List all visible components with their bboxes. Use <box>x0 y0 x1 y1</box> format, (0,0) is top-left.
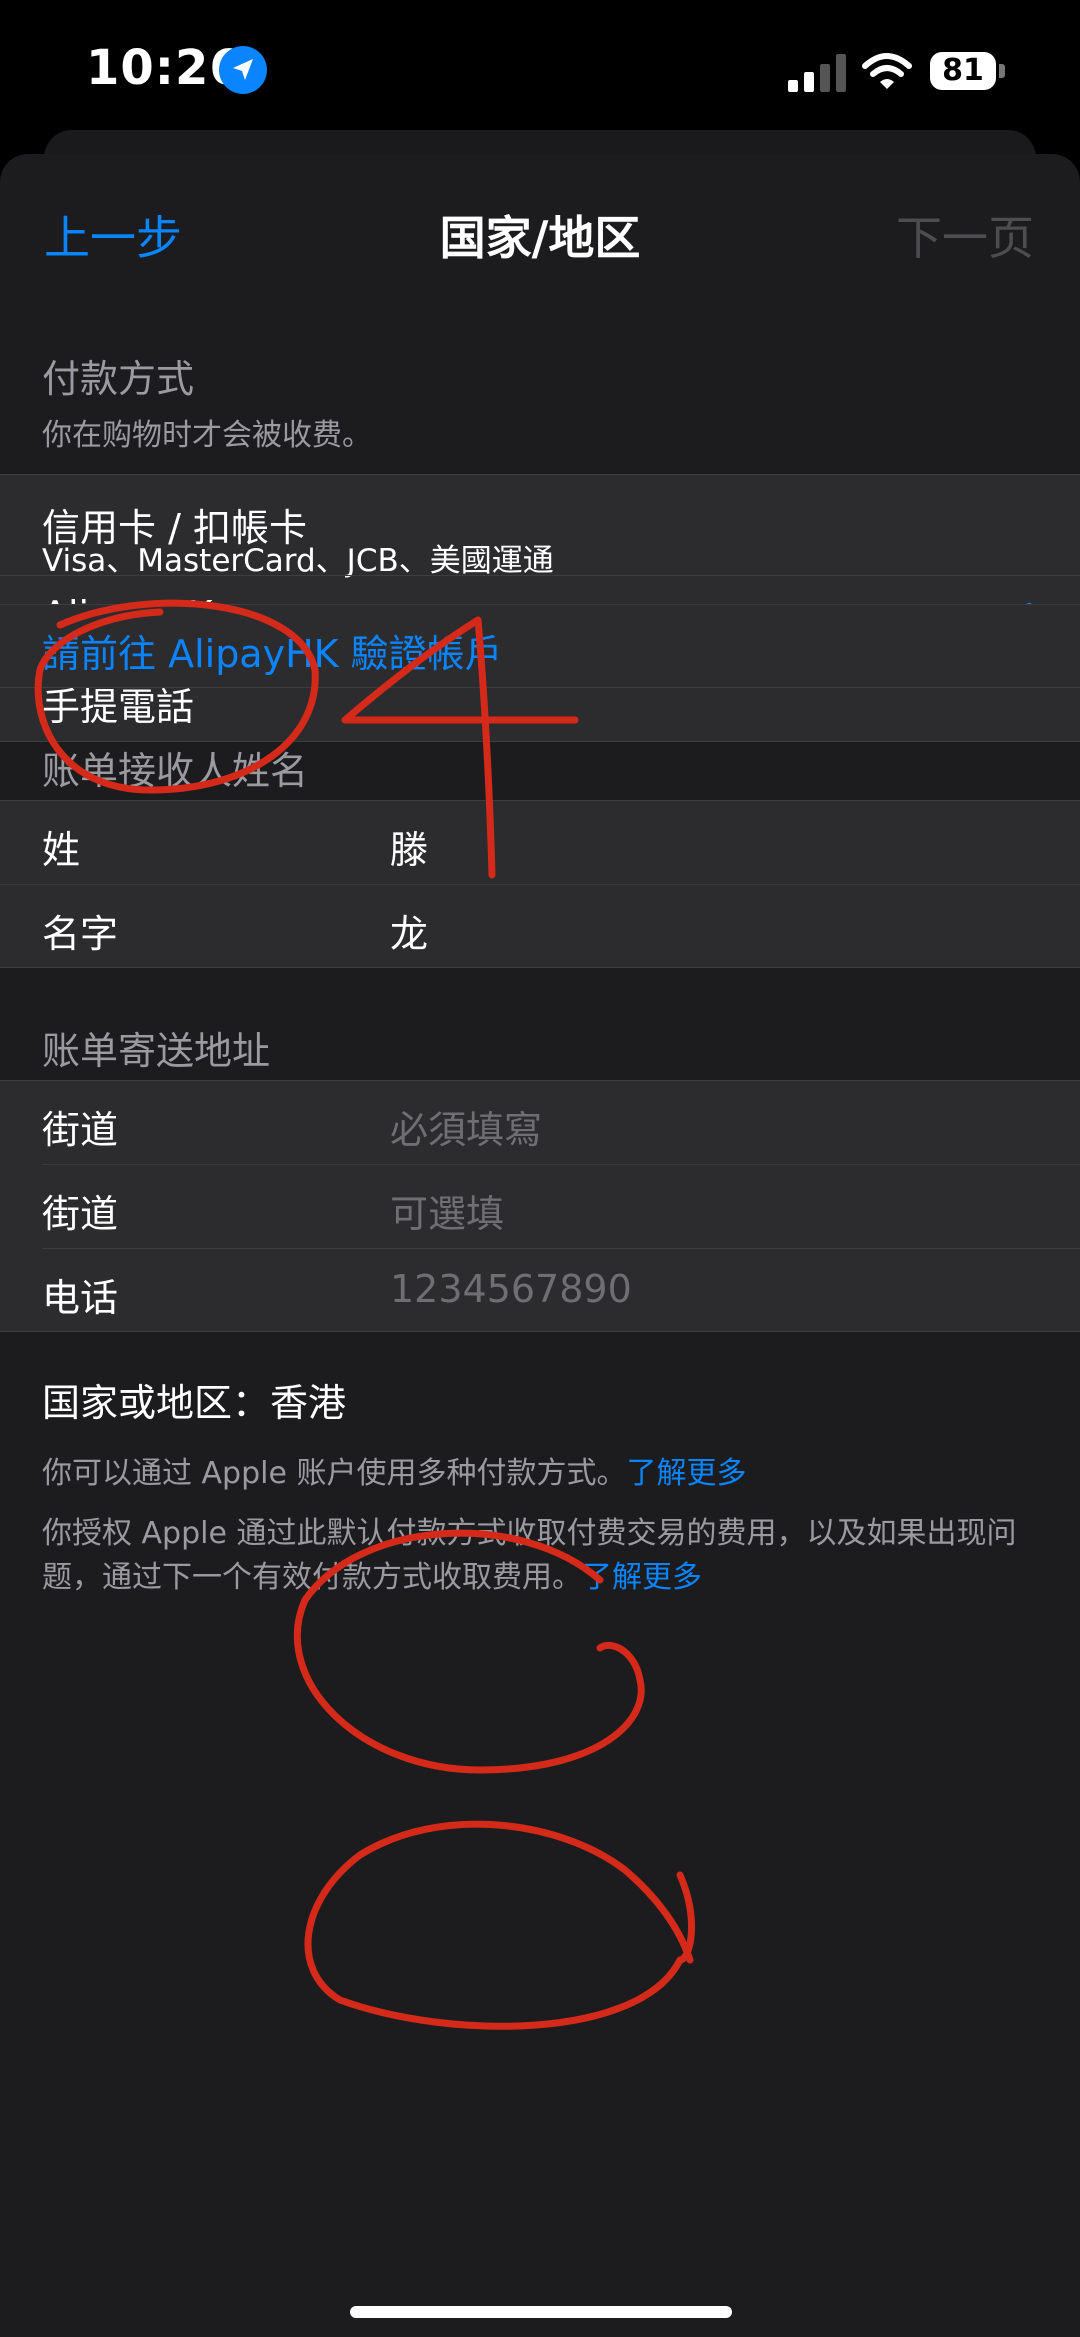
street-optional-field[interactable]: 可選填 <box>390 1183 504 1238</box>
billing-address-title: 账单寄送地址 <box>42 1029 271 1073</box>
nav-bar: 上一步 国家/地区 下一页 <box>0 154 1080 314</box>
phone-label: 电话 <box>42 1276 119 1320</box>
payment-option-sub: Visa、MasterCard、JCB、美國運通 <box>42 543 554 579</box>
learn-more-link[interactable]: 了解更多 <box>626 1456 746 1491</box>
payment-option-card[interactable]: 信用卡 / 扣帳卡 Visa、MasterCard、JCB、美國運通 <box>0 475 1080 579</box>
street-label: 街道 <box>42 1108 119 1152</box>
footer-note-1: 你可以通过 Apple 账户使用多种付款方式。了解更多 <box>42 1452 1042 1496</box>
battery-level: 81 <box>930 52 996 90</box>
phone-row[interactable]: 电话 1234567890 <box>0 1249 1080 1331</box>
country-value: 香港 <box>270 1381 347 1425</box>
status-bar: 10:26 81 <box>0 0 1080 140</box>
footer-text-1: 你可以通过 Apple 账户使用多种付款方式。 <box>42 1456 627 1491</box>
last-name-field[interactable]: 滕 <box>390 819 428 874</box>
phone-field[interactable]: 1234567890 <box>390 1267 632 1311</box>
country-label: 国家或地区： <box>42 1381 271 1425</box>
wifi-icon <box>862 52 912 90</box>
first-name-row[interactable]: 名字 龙 <box>0 885 1080 967</box>
street-row[interactable]: 街道 必須填寫 <box>0 1081 1080 1163</box>
learn-more-link[interactable]: 了解更多 <box>582 1560 702 1595</box>
street-optional-label: 街道 <box>42 1192 119 1236</box>
verify-account-row[interactable]: 請前往 AlipayHK 驗證帳戶 <box>0 604 1080 688</box>
country-row: 国家或地区：香港 <box>42 1372 346 1427</box>
payment-sheet: 上一步 国家/地区 下一页 付款方式 你在购物时才会被收费。 信用卡 / 扣帳卡… <box>0 154 1080 2337</box>
cellular-signal-icon <box>788 52 846 92</box>
home-indicator <box>350 2306 732 2318</box>
street-optional-row[interactable]: 街道 可選填 <box>0 1165 1080 1247</box>
last-name-row[interactable]: 姓 滕 <box>0 801 1080 883</box>
street-field[interactable]: 必須填寫 <box>390 1099 542 1154</box>
payment-section-subtitle: 你在购物时才会被收费。 <box>42 418 372 453</box>
payment-section-title: 付款方式 <box>42 357 195 401</box>
billing-name-title: 账单接收人姓名 <box>42 749 309 793</box>
footer-text-2: 你授权 Apple 通过此默认付款方式收取付费交易的费用，以及如果出现问题，通过… <box>42 1516 1017 1595</box>
next-button[interactable]: 下一页 <box>896 202 1034 268</box>
billing-name-list: 姓 滕 名字 龙 <box>0 800 1080 968</box>
battery-icon <box>999 64 1005 78</box>
location-arrow-icon <box>219 46 267 94</box>
first-name-field[interactable]: 龙 <box>390 903 428 958</box>
first-name-label: 名字 <box>42 912 119 956</box>
footer-note-2: 你授权 Apple 通过此默认付款方式收取付费交易的费用，以及如果出现问题，通过… <box>42 1512 1042 1600</box>
verify-alipayhk-link[interactable]: 請前往 AlipayHK 驗證帳戶 <box>42 623 503 678</box>
last-name-label: 姓 <box>42 828 81 872</box>
billing-address-list: 街道 必須填寫 街道 可選填 电话 1234567890 <box>0 1080 1080 1332</box>
